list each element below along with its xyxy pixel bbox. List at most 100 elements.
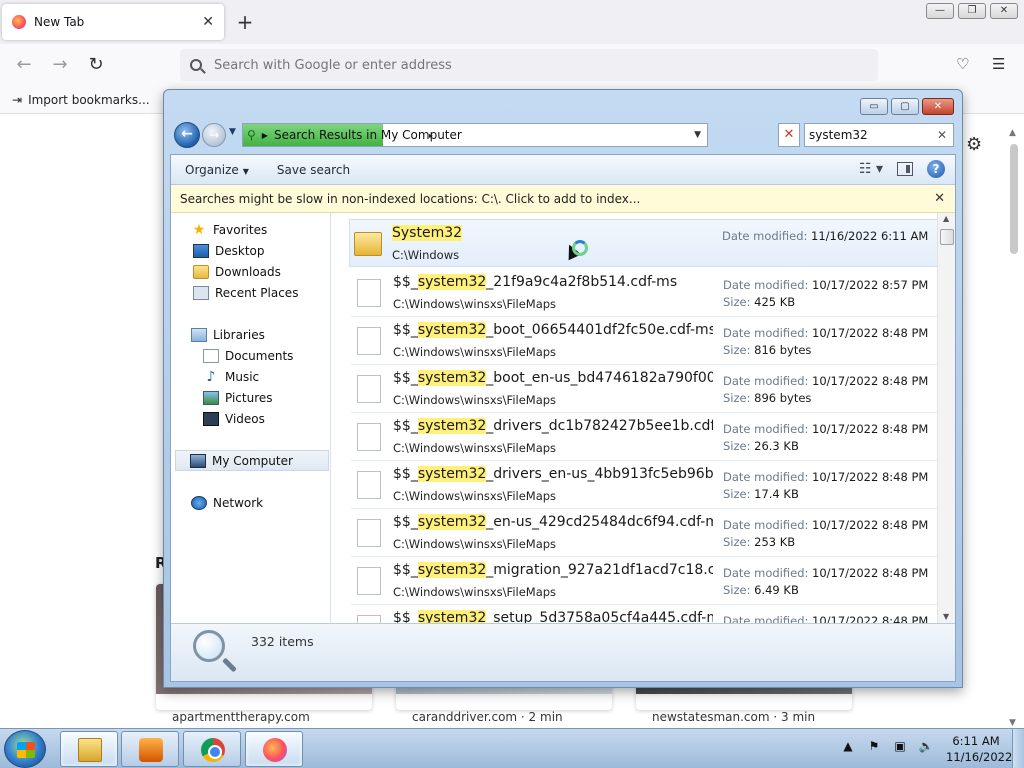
tab-close-button[interactable]: ✕ [202, 14, 214, 30]
scroll-thumb[interactable] [1010, 144, 1018, 254]
file-icon [357, 375, 381, 403]
menu-icon[interactable]: ☰ [992, 55, 1005, 73]
sidebar-item-network[interactable]: Network [171, 492, 331, 513]
list-item[interactable]: $$_system32_drivers_en-us_4bb913fc5eb96b… [351, 461, 937, 509]
index-info-bar[interactable]: Searches might be slow in non-indexed lo… [171, 185, 955, 213]
sidebar-item-favorites[interactable]: ★ Favorites [171, 219, 331, 240]
pocket-icon[interactable]: ♡ [956, 55, 969, 73]
story-source[interactable]: apartmenttherapy.com [172, 710, 310, 724]
list-item[interactable]: $$_system32_boot_en-us_bd4746182a790f00.… [351, 365, 937, 413]
file-icon [357, 519, 381, 547]
result-location: C:\Windows\winsxs\FileMaps [393, 489, 557, 503]
breadcrumb[interactable]: ⚲ ▶ Search Results in My Computer ▸ ▼ [242, 123, 708, 147]
sidebar-item-downloads[interactable]: Downloads [171, 261, 331, 282]
list-item[interactable]: $$_system32_en-us_429cd25484dc6f94.cdf-m… [351, 509, 937, 557]
sidebar-item-documents[interactable]: Documents [171, 345, 331, 366]
list-item[interactable]: $$_system32_21f9a9c4a2f8b514.cdf-ms C:\W… [351, 269, 937, 317]
action-center-icon[interactable]: ⚑ [866, 739, 882, 753]
sidebar-item-my-computer[interactable]: My Computer [175, 450, 329, 471]
close-button[interactable]: ✕ [990, 3, 1018, 19]
clock[interactable]: 6:11 AM 11/16/2022 [946, 733, 1012, 765]
story-source[interactable]: caranddriver.com · 2 min [412, 710, 563, 724]
search-input[interactable] [809, 128, 919, 142]
search-icon [190, 59, 202, 71]
stop-search-button[interactable]: ✕ [778, 123, 800, 147]
chevron-down-icon: ▼ [242, 166, 249, 176]
sidebar-item-videos[interactable]: Videos [171, 408, 331, 429]
minimize-button[interactable]: — [926, 3, 954, 19]
forward-arrow-icon[interactable]: → [202, 123, 226, 147]
result-meta: Date modified: 10/17/2022 8:48 PM Size: 8… [723, 374, 929, 405]
taskbar-explorer-button[interactable] [60, 731, 118, 767]
recent-pages-dropdown[interactable]: ▼ [229, 127, 236, 137]
list-item[interactable]: $$_system32_boot_06654401df2fc50e.cdf-ms… [351, 317, 937, 365]
navigation-pane: ★ Favorites Desktop Downloads Recent Plac… [171, 213, 331, 623]
help-icon[interactable]: ? [927, 160, 945, 178]
import-bookmarks-link[interactable]: Import bookmarks... [28, 93, 150, 107]
sidebar-item-desktop[interactable]: Desktop [171, 240, 331, 261]
music-note-icon: ♪ [206, 368, 216, 385]
view-options-icon[interactable]: ☷ ▾ [859, 161, 883, 177]
minimize-button[interactable]: ▭ [860, 98, 888, 115]
list-item[interactable]: $$_system32_migration_927a21df1acd7c18.c… [351, 557, 937, 605]
chevron-right-icon[interactable]: ▸ [429, 131, 433, 140]
computer-icon [190, 453, 206, 468]
close-icon[interactable]: ✕ [934, 191, 945, 206]
reload-icon[interactable]: ↻ [84, 54, 108, 75]
video-icon [203, 411, 219, 426]
document-icon [203, 348, 219, 363]
result-meta: Date modified: 10/17/2022 8:48 PM [723, 614, 929, 623]
sidebar-item-music[interactable]: ♪ Music [171, 366, 331, 387]
restore-button[interactable]: ❐ [958, 3, 986, 19]
explorer-window-controls: ▭ ▢ ✕ [860, 98, 954, 115]
scroll-down-icon[interactable]: ▼ [1009, 718, 1016, 728]
address-bar[interactable] [180, 49, 878, 81]
start-button[interactable] [4, 730, 46, 768]
details-pane: 332 items [171, 623, 955, 681]
preview-pane-icon[interactable] [897, 162, 913, 176]
address-input[interactable] [214, 57, 854, 73]
gear-icon[interactable]: ⚙ [966, 134, 982, 155]
chevron-down-icon[interactable]: ▼ [694, 130, 701, 140]
clear-search-icon[interactable]: ✕ [937, 128, 947, 142]
desktop-icon [193, 243, 209, 258]
taskbar-firefox-button[interactable] [245, 731, 303, 767]
page-scrollbar[interactable]: ▲ ▼ [1006, 128, 1022, 728]
show-desktop-button[interactable] [1012, 729, 1024, 768]
sidebar-item-libraries[interactable]: Libraries [171, 324, 331, 345]
sidebar-item-pictures[interactable]: Pictures [171, 387, 331, 408]
sidebar-item-recent-places[interactable]: Recent Places [171, 282, 331, 303]
show-hidden-icons-icon[interactable]: ▲ [840, 739, 856, 753]
list-item[interactable]: $$_system32_setup_5d3758a05cf4a445.cdf-m… [351, 605, 937, 623]
taskbar-media-player-button[interactable] [121, 731, 179, 767]
story-source[interactable]: newstatesman.com · 3 min [652, 710, 815, 724]
result-meta: Date modified: 10/17/2022 8:48 PM Size: 8… [723, 326, 929, 357]
results-scrollbar[interactable]: ▲ ▼ [937, 213, 955, 623]
list-item[interactable]: System32 C:\Windows Date modified: 11/16… [349, 219, 937, 267]
save-search-button[interactable]: Save search [263, 163, 364, 177]
forward-arrow-icon[interactable]: → [48, 54, 72, 75]
scroll-down-icon[interactable]: ▼ [943, 612, 949, 621]
nav-group-computer: My Computer [171, 450, 331, 471]
nav-group-favorites: ★ Favorites Desktop Downloads Recent Plac… [171, 219, 331, 303]
back-arrow-icon[interactable]: ← [12, 54, 36, 75]
scroll-up-icon[interactable]: ▲ [1009, 128, 1016, 138]
scroll-up-icon[interactable]: ▲ [943, 214, 949, 223]
search-box[interactable]: ✕ [804, 123, 954, 147]
close-button[interactable]: ✕ [922, 98, 954, 115]
clock-time: 6:11 AM [952, 734, 1000, 748]
chevron-right-icon[interactable]: ▶ [262, 131, 268, 140]
tab-new-tab[interactable]: New Tab ✕ [2, 4, 224, 40]
breadcrumb-search-results[interactable]: ⚲ ▶ Search Results in My Computer [243, 124, 462, 146]
network-icon[interactable]: ▣ [892, 739, 908, 753]
new-tab-button[interactable]: + [234, 10, 256, 34]
list-item[interactable]: $$_system32_drivers_dc1b782427b5ee1b.cdf… [351, 413, 937, 461]
maximize-button[interactable]: ▢ [891, 98, 919, 115]
volume-icon[interactable]: 🔈 [918, 739, 934, 753]
back-arrow-icon[interactable]: ← [174, 122, 200, 148]
taskbar-chrome-button[interactable] [183, 731, 241, 767]
firefox-icon [263, 738, 287, 762]
result-meta: Date modified: 10/17/2022 8:57 PM Size: 4… [723, 278, 929, 309]
scroll-thumb[interactable] [940, 229, 954, 245]
organize-button[interactable]: Organize ▼ [171, 163, 263, 177]
